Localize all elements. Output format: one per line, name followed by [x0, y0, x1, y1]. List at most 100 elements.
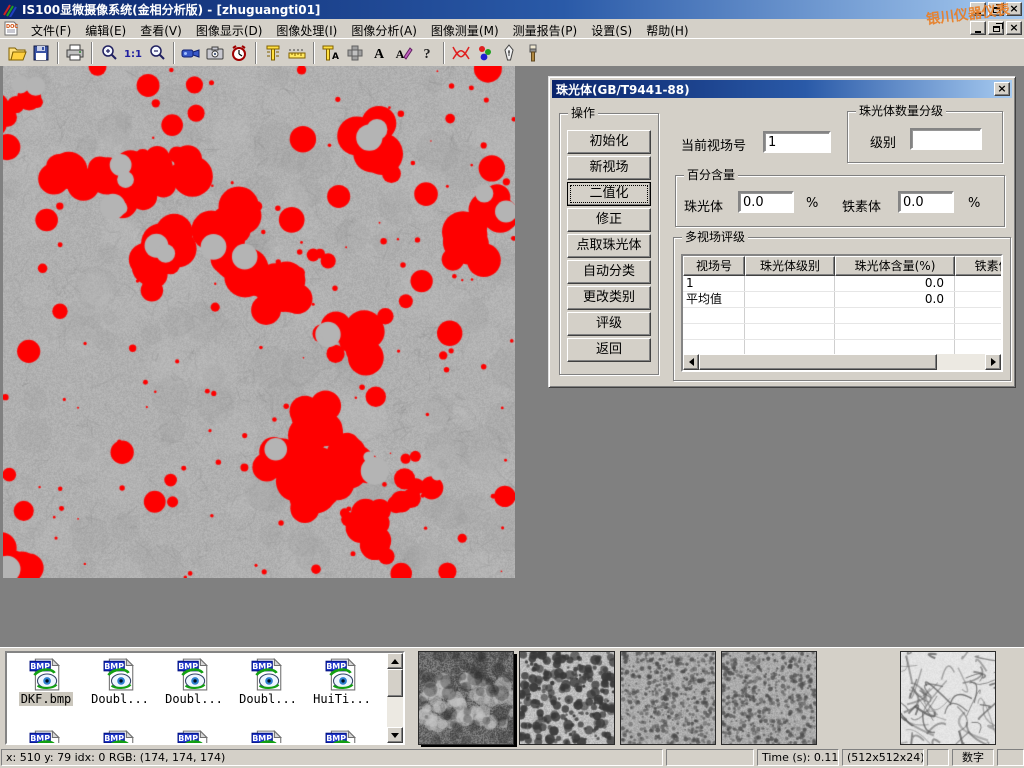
- ruler-button[interactable]: [285, 41, 309, 65]
- file-item[interactable]: Doubl...: [231, 657, 305, 706]
- file-item[interactable]: DKF.bmp: [9, 657, 83, 706]
- scroll-up-button[interactable]: [387, 653, 403, 669]
- video-camera-button[interactable]: [179, 41, 203, 65]
- scroll-down-button[interactable]: [387, 727, 403, 743]
- dialog-close-button[interactable]: ×: [994, 82, 1010, 96]
- grade-button[interactable]: 评级: [567, 312, 651, 336]
- micrograph-image[interactable]: [3, 66, 515, 578]
- file-browser: DKF.bmp Doubl... Doubl... Doubl... HuiTi…: [5, 651, 405, 745]
- status-time: Time (s): 0.113: [757, 749, 839, 766]
- save-button[interactable]: [29, 41, 53, 65]
- text-icon: A: [370, 44, 388, 62]
- thumbnail-4[interactable]: [721, 651, 817, 745]
- col-ferrite-content[interactable]: 铁素体含量(%): [955, 256, 1003, 276]
- auto-classify-button[interactable]: 自动分类: [567, 260, 651, 284]
- dialog-title-bar[interactable]: 珠光体(GB/T9441-88) ×: [552, 80, 1012, 98]
- title-bar[interactable]: IS100显微摄像系统(金相分析版) - [zhuguangti01] ×: [0, 0, 1024, 19]
- svg-text:DOC: DOC: [6, 24, 18, 30]
- print-button[interactable]: [63, 41, 87, 65]
- menu-image-analysis[interactable]: 图像分析(A): [344, 20, 424, 37]
- scroll-left-button[interactable]: [683, 354, 699, 370]
- snapshot-button[interactable]: [203, 41, 227, 65]
- help-button[interactable]: ?: [415, 41, 439, 65]
- table-horizontal-scrollbar[interactable]: [683, 354, 1001, 370]
- grading-group-label: 珠光体数量分级: [856, 104, 946, 118]
- annotate-button[interactable]: A: [391, 41, 415, 65]
- text-button[interactable]: A: [367, 41, 391, 65]
- minimize-icon: [975, 31, 981, 33]
- minimize-button[interactable]: [970, 2, 986, 16]
- measure-text-button[interactable]: A: [319, 41, 343, 65]
- status-dimensions: (512x512x24): [842, 749, 924, 766]
- brush-button[interactable]: [521, 41, 545, 65]
- pen-button[interactable]: [497, 41, 521, 65]
- actual-size-button[interactable]: 1:1: [121, 41, 145, 65]
- file-item[interactable]: [9, 729, 83, 743]
- menu-image-processing[interactable]: 图像处理(I): [269, 20, 344, 37]
- menu-view[interactable]: 查看(V): [133, 20, 189, 37]
- return-button[interactable]: 返回: [567, 338, 651, 362]
- grading-table[interactable]: 视场号 珠光体级别 珠光体含量(%) 铁素体含量(%) 1 0.0 平均值 0.…: [681, 254, 1003, 372]
- file-item[interactable]: [83, 729, 157, 743]
- timer-icon: [230, 44, 248, 62]
- scroll-right-button[interactable]: [985, 354, 1001, 370]
- level-input[interactable]: [910, 128, 982, 150]
- window-title: IS100显微摄像系统(金相分析版) - [zhuguangti01]: [22, 1, 320, 18]
- scrollbar-thumb[interactable]: [387, 669, 403, 697]
- spline-button[interactable]: [449, 41, 473, 65]
- pattern-button[interactable]: [343, 41, 367, 65]
- pick-pearlite-button[interactable]: 点取珠光体: [567, 234, 651, 258]
- menu-file[interactable]: 文件(F): [24, 20, 78, 37]
- initialize-button[interactable]: 初始化: [567, 130, 651, 154]
- scrollbar-thumb[interactable]: [699, 354, 937, 370]
- open-button[interactable]: [5, 41, 29, 65]
- timer-button[interactable]: [227, 41, 251, 65]
- pearlite-percent-input[interactable]: [738, 191, 794, 213]
- thumbnail-5[interactable]: [900, 651, 996, 745]
- correct-button[interactable]: 修正: [567, 208, 651, 232]
- menu-measure-report[interactable]: 测量报告(P): [506, 20, 585, 37]
- file-item[interactable]: Doubl...: [157, 657, 231, 706]
- close-button[interactable]: ×: [1006, 2, 1022, 16]
- menu-image-display[interactable]: 图像显示(D): [189, 20, 270, 37]
- scrollbar-track[interactable]: [937, 354, 985, 370]
- toolbar-separator: [443, 42, 445, 64]
- col-pearlite-content[interactable]: 珠光体含量(%): [835, 256, 955, 276]
- file-item[interactable]: Doubl...: [83, 657, 157, 706]
- col-pearlite-grade[interactable]: 珠光体级别: [745, 256, 835, 276]
- toolbar-separator: [57, 42, 59, 64]
- file-list-scrollbar[interactable]: [387, 653, 403, 743]
- video-camera-icon: [181, 44, 201, 62]
- mdi-close-button[interactable]: ×: [1006, 21, 1022, 35]
- menu-edit[interactable]: 编辑(E): [78, 20, 133, 37]
- change-class-button[interactable]: 更改类别: [567, 286, 651, 310]
- file-item[interactable]: [231, 729, 305, 743]
- thumbnail-2[interactable]: [519, 651, 615, 745]
- caliper-button[interactable]: [261, 41, 285, 65]
- ferrite-percent-input[interactable]: [898, 191, 954, 213]
- status-empty-3: [997, 749, 1024, 766]
- thumbnail-1[interactable]: [418, 651, 514, 745]
- mdi-minimize-button[interactable]: [970, 21, 986, 35]
- zoom-in-button[interactable]: [97, 41, 121, 65]
- binarize-button[interactable]: 二值化: [567, 182, 651, 206]
- snapshot-icon: [205, 44, 225, 62]
- multi-field-group: 多视场评级 视场号 珠光体级别 珠光体含量(%) 铁素体含量(%) 1 0.0 …: [673, 237, 1011, 381]
- zoom-out-button[interactable]: [145, 41, 169, 65]
- particles-button[interactable]: [473, 41, 497, 65]
- menu-settings[interactable]: 设置(S): [584, 20, 639, 37]
- col-field-no[interactable]: 视场号: [683, 256, 745, 276]
- table-row[interactable]: 平均值 0.0: [683, 292, 1001, 308]
- new-field-button[interactable]: 新视场: [567, 156, 651, 180]
- close-icon: ×: [997, 84, 1006, 94]
- file-item[interactable]: [305, 729, 379, 743]
- file-item[interactable]: HuiTi...: [305, 657, 379, 706]
- menu-image-measure[interactable]: 图像测量(M): [424, 20, 506, 37]
- mdi-restore-button[interactable]: [988, 21, 1004, 35]
- menu-help[interactable]: 帮助(H): [639, 20, 695, 37]
- thumbnail-3[interactable]: [620, 651, 716, 745]
- restore-button[interactable]: [988, 2, 1004, 16]
- current-field-input[interactable]: [763, 131, 831, 153]
- table-row[interactable]: 1 0.0: [683, 276, 1001, 292]
- file-item[interactable]: [157, 729, 231, 743]
